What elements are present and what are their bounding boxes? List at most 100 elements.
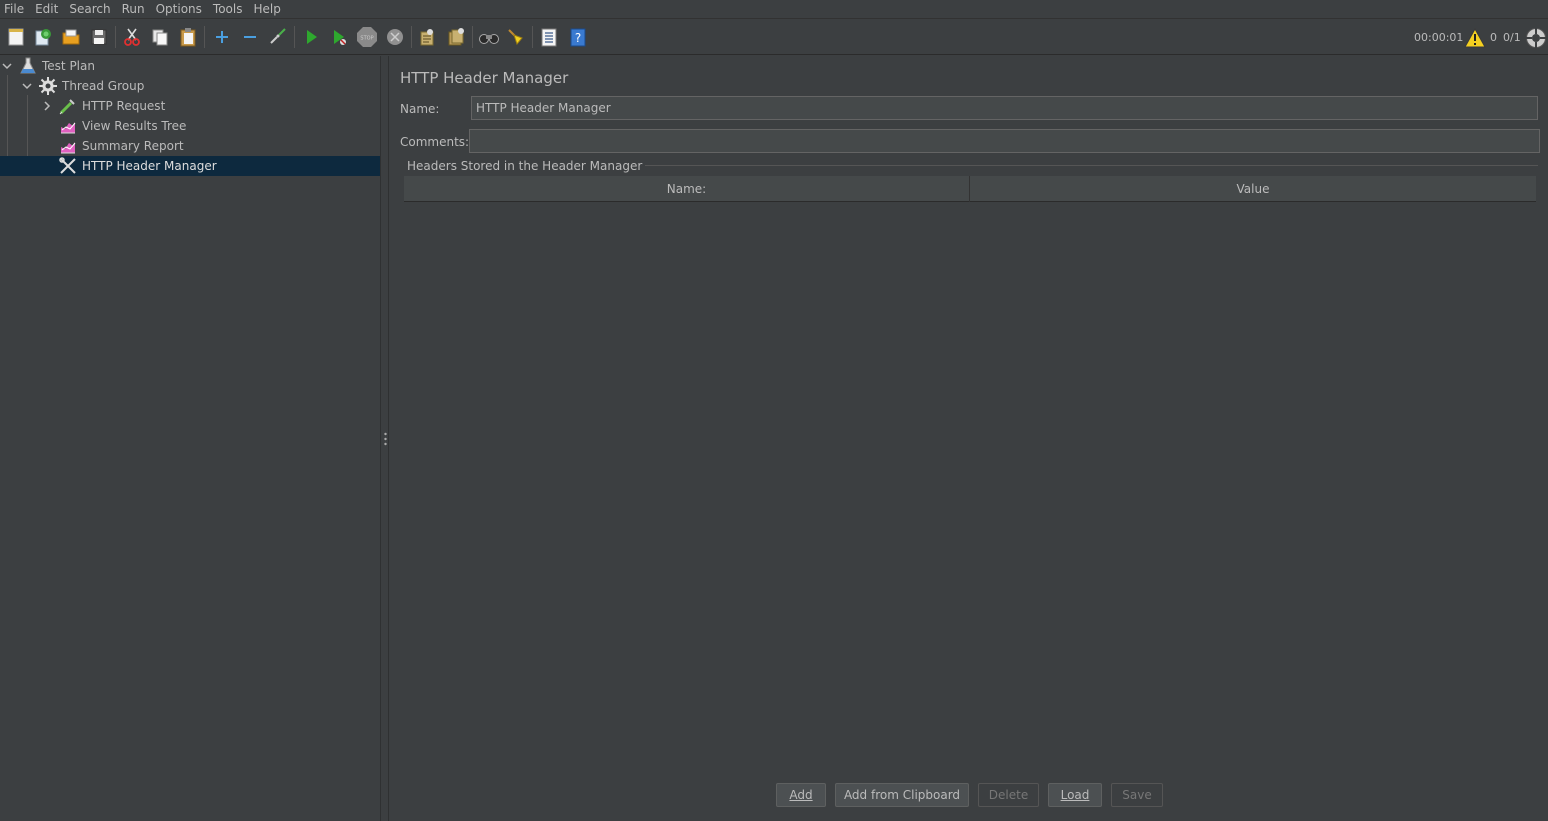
add-button[interactable]: Add: [776, 783, 826, 807]
menu-search[interactable]: Search: [65, 1, 117, 18]
globe-icon: [1526, 27, 1546, 48]
save-icon: [91, 29, 107, 45]
toolbar: STOP ? 00:00:01 0 0/1: [0, 20, 1548, 55]
chart-icon: [59, 117, 77, 135]
warning-icon: [1464, 27, 1486, 47]
menu-file[interactable]: File: [0, 1, 31, 18]
start-icon: [307, 30, 317, 44]
clear-all-button[interactable]: [444, 25, 468, 49]
load-button[interactable]: Load: [1048, 783, 1102, 807]
test-plan-tree: Test Plan Thread Group HTTP Request View…: [0, 56, 380, 821]
wrench-icon: [59, 157, 77, 175]
warning-count: 0: [1490, 31, 1497, 44]
add-from-clipboard-button[interactable]: Add from Clipboard: [835, 783, 969, 807]
expand-all-button[interactable]: [210, 25, 234, 49]
paste-button[interactable]: [176, 25, 200, 49]
tree-item-label: HTTP Header Manager: [82, 159, 217, 173]
new-icon: [8, 28, 24, 46]
drag-handle-icon: [384, 432, 387, 446]
chevron-down-icon[interactable]: [2, 61, 12, 71]
pipette-icon: [59, 97, 77, 115]
tree-item-test-plan[interactable]: Test Plan: [0, 56, 380, 76]
reset-search-button[interactable]: [504, 25, 528, 49]
shutdown-icon: [387, 29, 403, 45]
search-button[interactable]: [477, 25, 501, 49]
tree-item-label: Thread Group: [62, 79, 145, 93]
tree-item-label: HTTP Request: [82, 99, 166, 113]
warning-indicator[interactable]: [1464, 20, 1486, 55]
new-button[interactable]: [4, 25, 28, 49]
tree-item-http-header-manager[interactable]: HTTP Header Manager: [0, 156, 380, 176]
load-button-label: Load: [1060, 788, 1090, 802]
clear-icon: [420, 29, 434, 46]
help-button[interactable]: ?: [566, 25, 590, 49]
test-plan-icon: [19, 57, 37, 75]
add-button-label: Add: [789, 788, 813, 802]
tree-item-view-results-tree[interactable]: View Results Tree: [0, 116, 380, 136]
cut-button[interactable]: [120, 25, 144, 49]
start-no-pauses-icon: [334, 30, 346, 45]
page-title: HTTP Header Manager: [400, 69, 569, 87]
clear-button[interactable]: [415, 25, 439, 49]
toggle-icon: [270, 28, 286, 44]
menu-help[interactable]: Help: [249, 1, 287, 18]
toggle-button[interactable]: [266, 25, 290, 49]
collapse-icon: [244, 36, 256, 38]
save-headers-button[interactable]: Save: [1111, 783, 1163, 807]
shutdown-button[interactable]: [383, 25, 407, 49]
toolbar-separator: [532, 26, 533, 48]
toolbar-separator: [294, 26, 295, 48]
remote-status[interactable]: [1525, 20, 1547, 55]
chevron-down-icon[interactable]: [22, 81, 32, 91]
column-header-name[interactable]: Name:: [404, 176, 970, 202]
headers-table-header: Name: Value: [404, 176, 1536, 202]
chart-icon: [59, 137, 77, 155]
menu-edit[interactable]: Edit: [31, 1, 65, 18]
function-helper-button[interactable]: [537, 25, 561, 49]
name-label: Name:: [400, 102, 440, 116]
copy-icon: [152, 29, 168, 46]
svg-text:STOP: STOP: [360, 36, 373, 42]
thread-count: 0/1: [1503, 31, 1521, 44]
toolbar-separator: [204, 26, 205, 48]
menu-run[interactable]: Run: [118, 1, 152, 18]
tree-item-summary-report[interactable]: Summary Report: [0, 136, 380, 156]
split-pane-divider[interactable]: [380, 56, 389, 821]
tree-item-label: View Results Tree: [82, 119, 187, 133]
start-button[interactable]: [299, 25, 323, 49]
elapsed-time: 00:00:01: [1414, 31, 1464, 44]
stop-button[interactable]: STOP: [355, 25, 379, 49]
svg-text:?: ?: [575, 31, 581, 45]
menu-bar: File Edit Search Run Options Tools Help: [0, 0, 1548, 19]
templates-button[interactable]: [31, 25, 55, 49]
column-header-value[interactable]: Value: [970, 176, 1536, 202]
tree-item-http-request[interactable]: HTTP Request: [0, 96, 380, 116]
collapse-all-button[interactable]: [238, 25, 262, 49]
tree-item-thread-group[interactable]: Thread Group: [0, 76, 380, 96]
toolbar-separator: [472, 26, 473, 48]
open-button[interactable]: [59, 25, 83, 49]
save-button[interactable]: [87, 25, 111, 49]
toolbar-separator: [411, 26, 412, 48]
gear-icon: [39, 77, 57, 95]
cut-icon: [124, 28, 140, 46]
copy-button[interactable]: [148, 25, 172, 49]
tree-item-label: Summary Report: [82, 139, 184, 153]
tree-item-label: Test Plan: [42, 59, 95, 73]
menu-tools[interactable]: Tools: [209, 1, 250, 18]
group-title: Headers Stored in the Header Manager: [404, 159, 646, 173]
comments-field[interactable]: [469, 129, 1540, 153]
menu-options[interactable]: Options: [152, 1, 209, 18]
search-icon: [479, 34, 499, 44]
element-panel: HTTP Header Manager Name: HTTP Header Ma…: [390, 56, 1548, 821]
name-field[interactable]: HTTP Header Manager: [471, 96, 1538, 120]
clear-all-icon: [448, 28, 464, 46]
open-icon: [62, 29, 80, 45]
stop-icon: STOP: [357, 27, 377, 47]
toolbar-separator: [115, 26, 116, 48]
start-no-pauses-button[interactable]: [327, 25, 351, 49]
delete-button[interactable]: Delete: [978, 783, 1039, 807]
chevron-right-icon[interactable]: [42, 101, 52, 111]
templates-icon: [35, 29, 51, 46]
expand-icon: [216, 31, 228, 43]
